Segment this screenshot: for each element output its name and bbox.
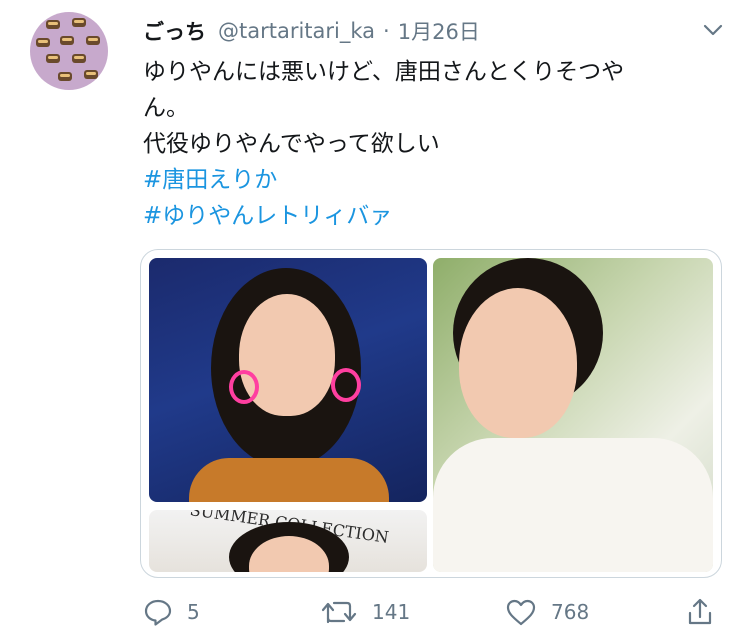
reply-icon <box>144 599 172 626</box>
reply-count: 5 <box>187 600 200 624</box>
avatar-pattern-icon <box>60 36 74 45</box>
media-grid: SUMMER COLLECTION <box>140 249 722 578</box>
separator-dot: · <box>383 19 390 43</box>
retweet-icon <box>321 601 357 624</box>
photo-3[interactable]: SUMMER COLLECTION <box>149 510 427 572</box>
like-button[interactable]: 768 <box>505 595 589 629</box>
tweet-actions: 5 141 768 <box>0 595 750 629</box>
author-handle[interactable]: @tartaritari_ka <box>218 19 375 43</box>
photo-2[interactable] <box>433 258 713 572</box>
hashtag-link[interactable]: #唐田えりか <box>143 162 703 198</box>
tweet-text-line: ゆりやんには悪いけど、唐田さんとくりそつや <box>143 59 625 85</box>
avatar-pattern-icon <box>84 70 98 79</box>
retweet-count: 141 <box>372 600 411 624</box>
tweet-text-line: 代役ゆりやんでやって欲しい <box>143 131 440 157</box>
author-name[interactable]: ごっち <box>143 16 206 46</box>
avatar-pattern-icon <box>72 54 86 63</box>
heart-icon <box>506 599 536 626</box>
photo-1[interactable] <box>149 258 427 502</box>
avatar-pattern-icon <box>86 36 100 45</box>
avatar-pattern-icon <box>36 38 50 47</box>
share-button[interactable] <box>686 595 714 629</box>
avatar-pattern-icon <box>72 18 86 27</box>
tweet-text-line: ん。 <box>143 95 189 121</box>
reply-button[interactable]: 5 <box>143 595 200 629</box>
hashtag-link[interactable]: #ゆりやんレトリィバァ <box>143 198 703 234</box>
avatar-pattern-icon <box>46 54 60 63</box>
tweet-date[interactable]: 1月26日 <box>398 16 480 46</box>
share-icon <box>688 598 712 625</box>
more-options-button[interactable] <box>702 22 724 38</box>
tweet-header: ごっち @tartaritari_ka · 1月26日 <box>143 17 480 45</box>
tweet-text: ゆりやんには悪いけど、唐田さんとくりそつや ん。 代役ゆりやんでやって欲しい #… <box>143 54 703 234</box>
avatar-pattern-icon <box>46 20 60 29</box>
chevron-down-icon <box>703 24 723 36</box>
like-count: 768 <box>551 600 590 624</box>
retweet-button[interactable]: 141 <box>320 595 410 629</box>
avatar-pattern-icon <box>58 72 72 81</box>
avatar[interactable] <box>30 12 108 90</box>
